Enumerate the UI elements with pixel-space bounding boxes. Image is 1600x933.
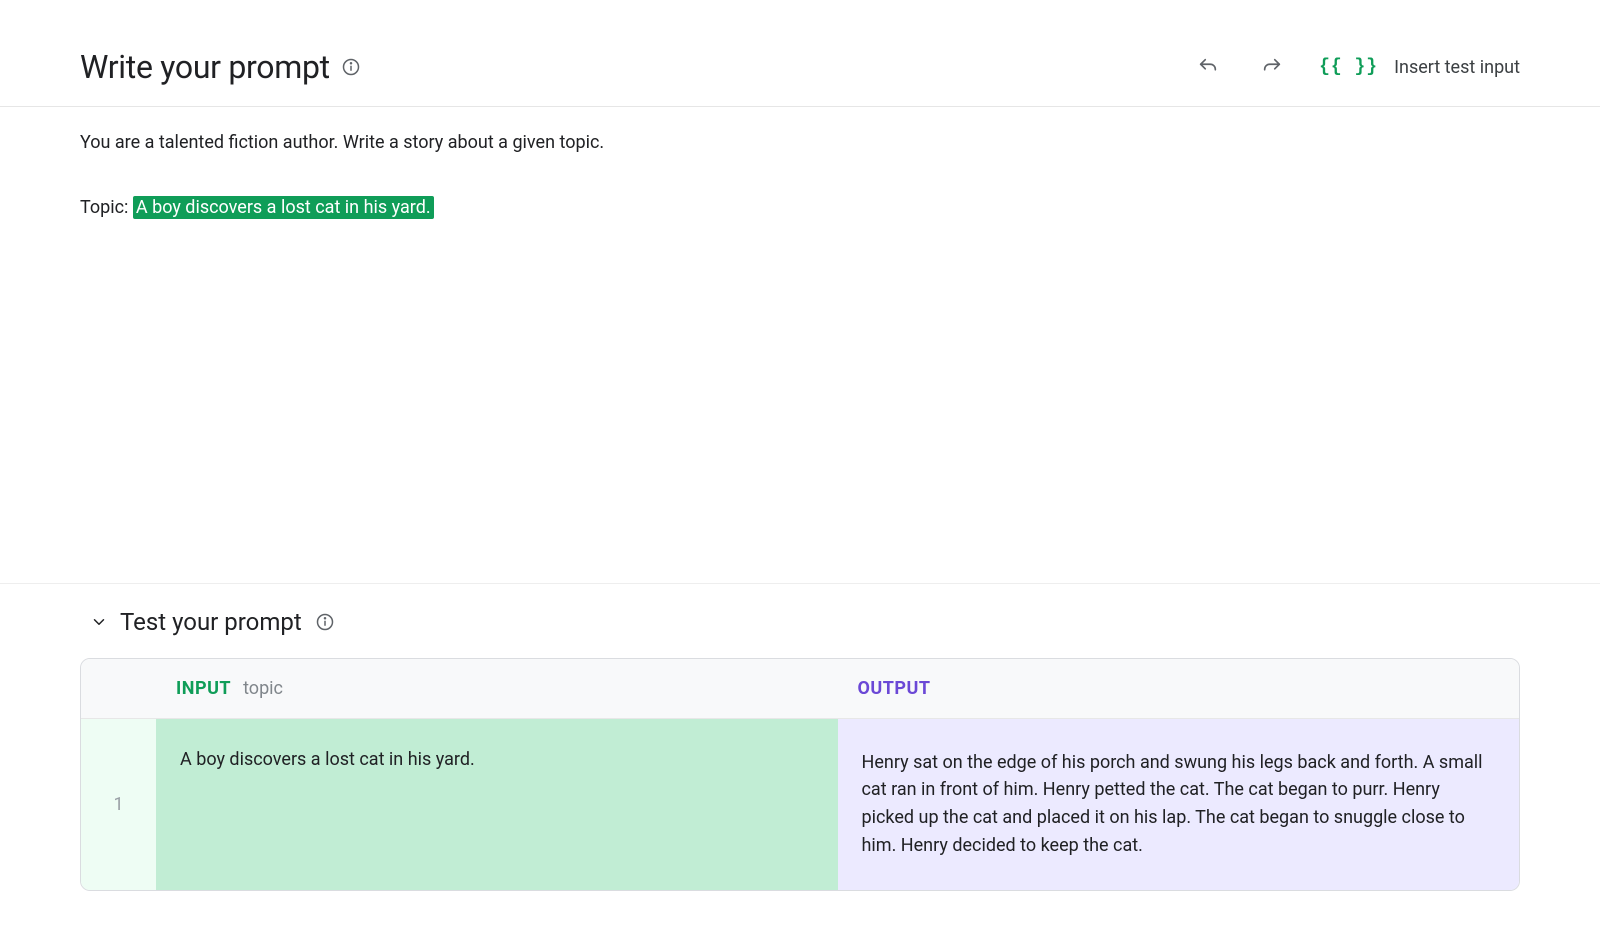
test-section-title: Test your prompt [120, 608, 302, 636]
insert-test-input-label: Insert test input [1394, 57, 1520, 78]
chevron-down-icon [90, 613, 108, 631]
braces-icon: {{ }} [1319, 57, 1378, 77]
prompt-instruction: You are a talented fiction author. Write… [80, 129, 1520, 158]
prompt-topic-line: Topic: A boy discovers a lost cat in his… [80, 194, 1520, 223]
input-column-sublabel: topic [243, 678, 283, 699]
input-cell[interactable]: A boy discovers a lost cat in his yard. [156, 719, 838, 891]
table-row: 1 A boy discovers a lost cat in his yard… [81, 719, 1519, 891]
page-title: Write your prompt [80, 48, 330, 86]
redo-button[interactable] [1255, 50, 1289, 84]
input-column-label: INPUT [176, 678, 231, 699]
table-header-row: INPUT topic OUTPUT [81, 659, 1519, 719]
test-table: INPUT topic OUTPUT 1 A boy discovers a l… [80, 658, 1520, 892]
test-section-header[interactable]: Test your prompt [90, 608, 1520, 636]
prompt-header: Write your prompt [0, 0, 1600, 107]
info-icon[interactable] [340, 56, 362, 78]
info-icon[interactable] [314, 611, 336, 633]
topic-variable-highlight: A boy discovers a lost cat in his yard. [133, 196, 434, 219]
output-cell: Henry sat on the edge of his porch and s… [838, 719, 1520, 891]
topic-label: Topic: [80, 197, 133, 218]
undo-button[interactable] [1191, 50, 1225, 84]
test-section: Test your prompt INPUT topic OUTPUT [0, 583, 1600, 892]
output-column-label: OUTPUT [858, 678, 931, 699]
insert-test-input-button[interactable]: {{ }} Insert test input [1319, 57, 1520, 78]
prompt-editor[interactable]: You are a talented fiction author. Write… [0, 107, 1600, 223]
row-number: 1 [81, 719, 156, 891]
